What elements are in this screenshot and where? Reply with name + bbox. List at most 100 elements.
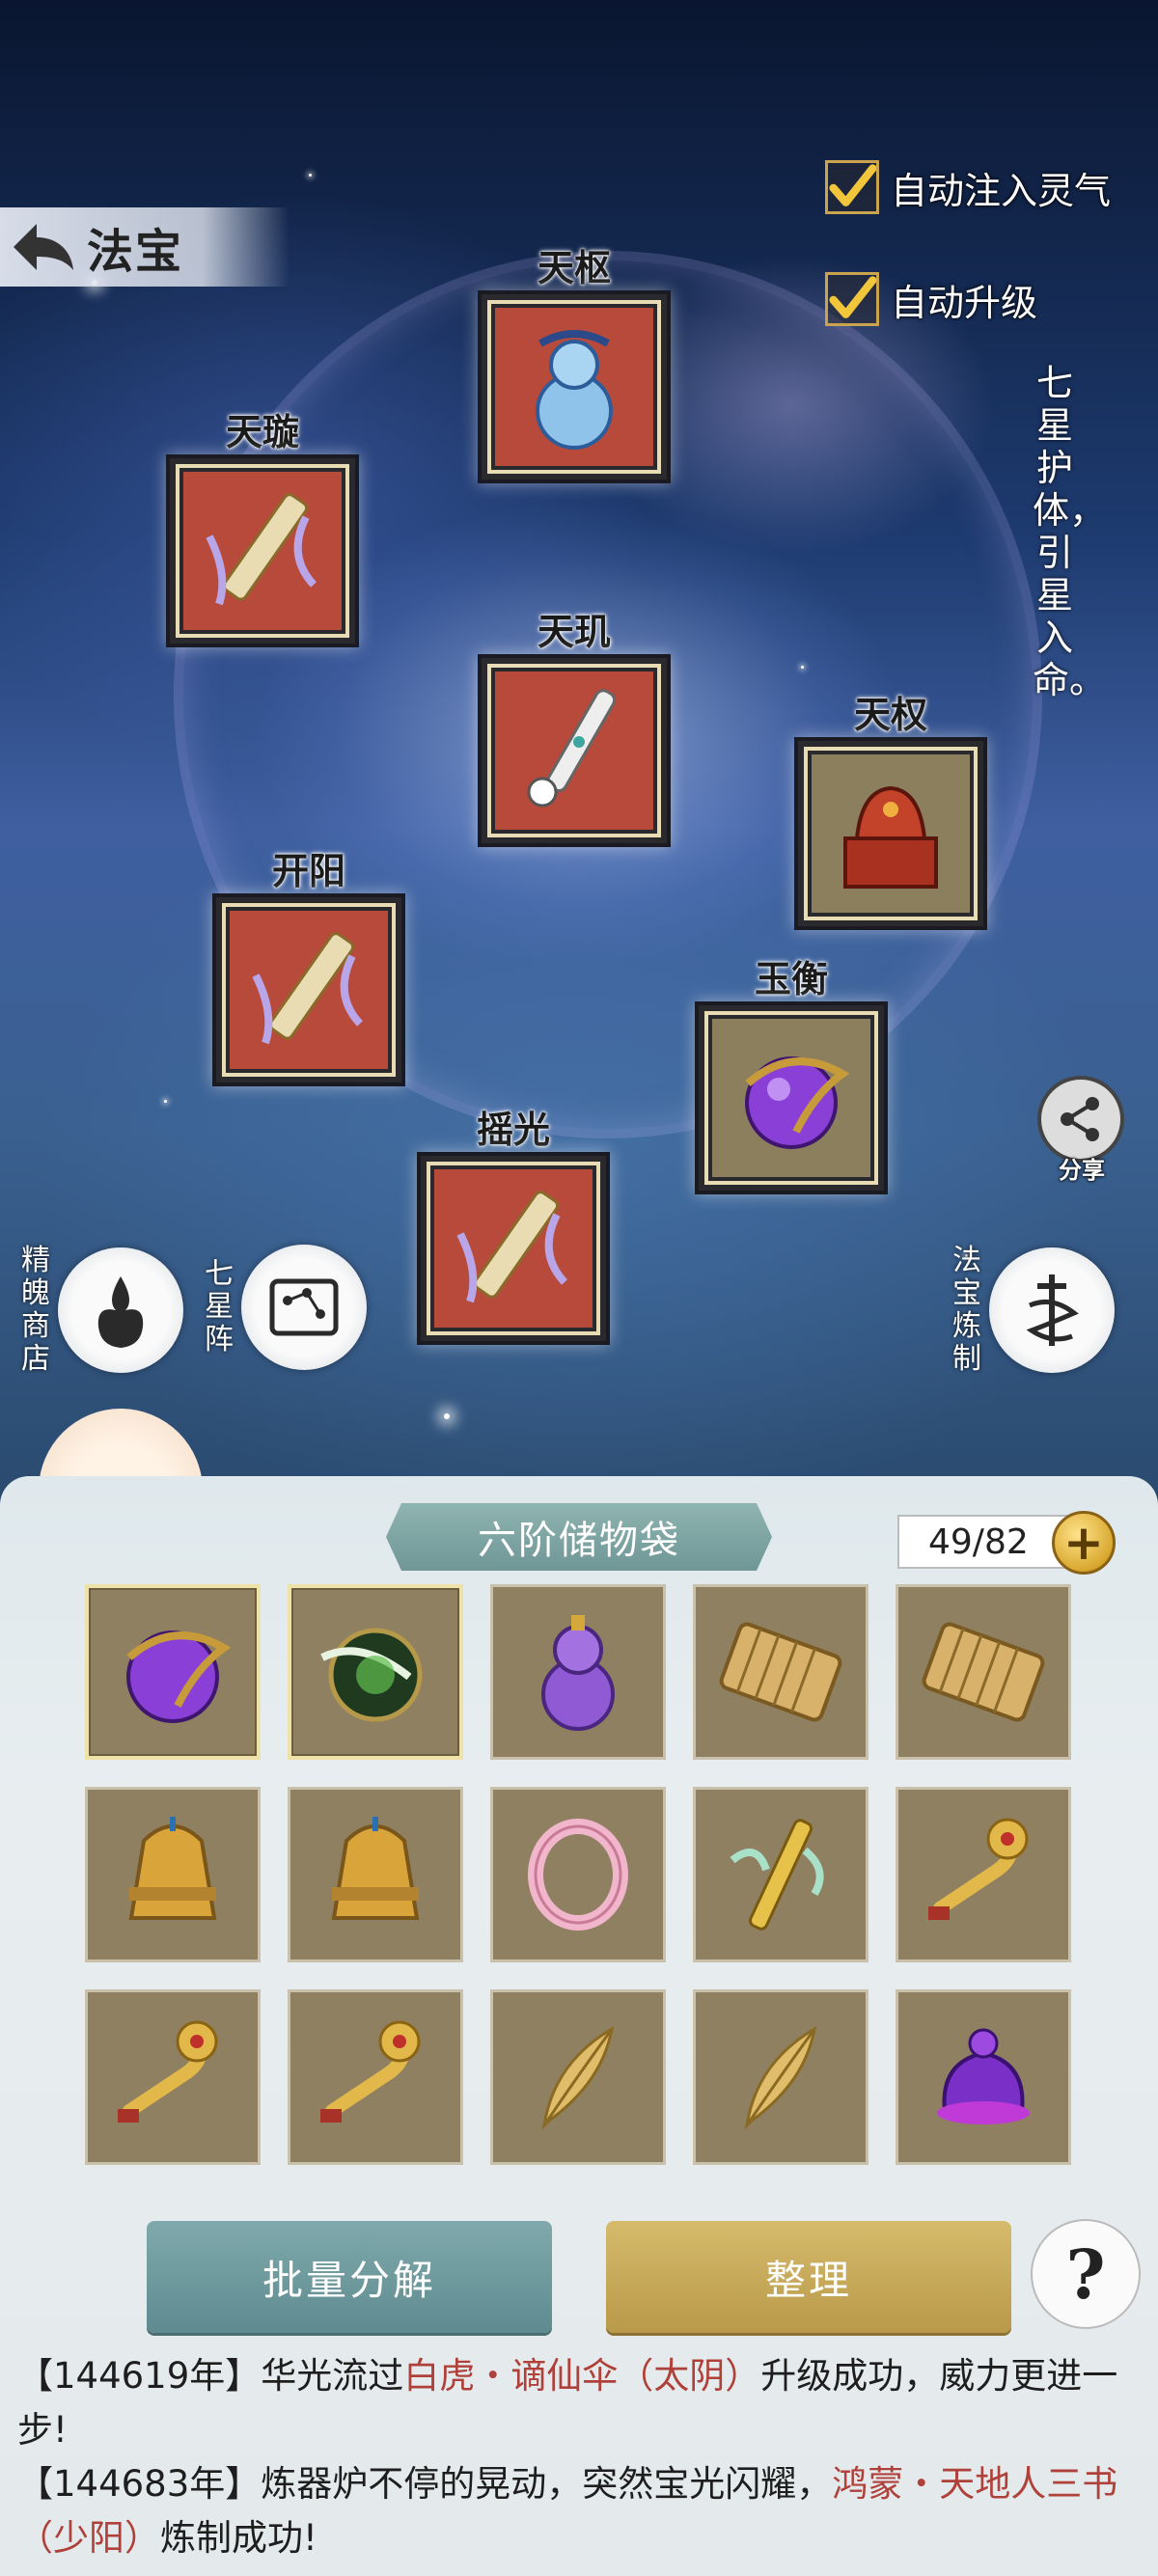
purple-orb-icon xyxy=(126,1631,232,1723)
purple-gourd-icon xyxy=(541,1615,615,1731)
log-highlight: 白虎・谪仙伞（太阴） xyxy=(403,2355,761,2397)
slot-name: 玉衡 xyxy=(754,958,828,1000)
system-log-line: 【144683年】炼器炉不停的晃动，突然宝光闪耀，鸿蒙・天地人三书（少阳）炼制成… xyxy=(17,2457,1146,2565)
slot-frame xyxy=(166,454,359,647)
slot-frame xyxy=(695,1001,888,1194)
back-arrow-icon xyxy=(14,224,73,270)
star-sparkle xyxy=(444,1413,450,1419)
share-label: 分享 xyxy=(1059,1157,1105,1184)
slot-name: 天玑 xyxy=(537,611,611,653)
ruyi-icon xyxy=(320,2020,421,2123)
inventory-slot[interactable] xyxy=(693,1584,868,1760)
auto-upgrade-label: 自动升级 xyxy=(891,281,1038,324)
golden-bell-icon xyxy=(128,1817,217,1920)
inventory-slot[interactable] xyxy=(896,1787,1071,1962)
red-seal-icon xyxy=(843,785,938,889)
ruyi-icon xyxy=(118,2020,218,2123)
inventory-slot[interactable] xyxy=(288,1584,463,1760)
treasure-refine-label: 法宝炼制 xyxy=(952,1244,981,1376)
inventory-slot[interactable] xyxy=(490,1787,666,1962)
jade-scepter-icon xyxy=(730,1819,824,1931)
inventory-slot[interactable] xyxy=(288,1989,463,2165)
slot-name: 摇光 xyxy=(476,1109,550,1151)
slot-yuheng[interactable]: 玉衡 xyxy=(695,957,888,1194)
scroll-icon xyxy=(252,932,364,1045)
log-prefix: 【144683年】炼器炉不停的晃动，突然宝光闪耀， xyxy=(17,2463,833,2505)
ruyi-icon xyxy=(928,1818,1029,1920)
seven-star-formation-label: 七星阵 xyxy=(205,1257,234,1357)
constellation-map-icon xyxy=(241,1245,367,1370)
log-suffix: 炼制成功! xyxy=(160,2517,317,2559)
blue-gourd-icon xyxy=(536,330,613,450)
treasure-refine-button[interactable]: 法宝炼制 xyxy=(951,1245,1115,1376)
bamboo-scroll-icon xyxy=(922,1622,1045,1722)
slot-tianshu[interactable]: 天枢 xyxy=(478,246,671,483)
scroll-icon xyxy=(456,1191,568,1303)
title-bar: 法宝 xyxy=(0,207,290,287)
slot-name: 天权 xyxy=(853,694,927,736)
inventory-slot[interactable] xyxy=(693,1989,868,2165)
soul-shop-label: 精魄商店 xyxy=(21,1244,50,1376)
share-button[interactable]: 分享 xyxy=(1037,1076,1126,1184)
slot-tianxuan[interactable]: 天璇 xyxy=(166,410,359,647)
scroll-icon xyxy=(206,493,317,606)
slot-frame xyxy=(212,893,405,1086)
inventory-slot[interactable] xyxy=(85,1787,261,1962)
auto-inject-checkbox[interactable] xyxy=(825,160,879,214)
auto-upgrade-toggle[interactable]: 自动升级 xyxy=(825,272,1037,326)
inventory-slot[interactable] xyxy=(288,1787,463,1962)
golden-feather-icon xyxy=(744,2026,817,2130)
white-brush-icon xyxy=(527,689,617,808)
inventory-slot[interactable] xyxy=(490,1989,666,2165)
flame-icon xyxy=(58,1247,183,1373)
help-button[interactable]: ? xyxy=(1031,2219,1141,2329)
slot-frame xyxy=(417,1152,610,1345)
share-icon xyxy=(1037,1076,1124,1163)
slot-tianji[interactable]: 天玑 xyxy=(478,610,671,847)
expand-bag-button[interactable]: + xyxy=(1052,1511,1116,1575)
batch-decompose-button[interactable]: 批量分解 xyxy=(147,2221,552,2333)
star-sparkle xyxy=(164,1100,167,1103)
sort-button[interactable]: 整理 xyxy=(606,2221,1011,2333)
auto-inject-label: 自动注入灵气 xyxy=(891,169,1112,212)
slot-name: 开阳 xyxy=(271,850,345,892)
sword-serpent-icon xyxy=(989,1247,1115,1373)
side-slogan: 七星护体，引星入命。 xyxy=(1033,362,1107,701)
back-button[interactable] xyxy=(0,207,87,287)
auto-inject-toggle[interactable]: 自动注入灵气 xyxy=(825,160,1111,214)
inventory-slot[interactable] xyxy=(85,1584,261,1760)
checkmark-icon xyxy=(829,164,876,206)
golden-bell-icon xyxy=(331,1817,420,1920)
slot-tianquan[interactable]: 天权 xyxy=(794,693,987,930)
slot-frame xyxy=(794,737,987,930)
bag-title: 六阶储物袋 xyxy=(386,1503,772,1571)
bag-capacity: 49/82 xyxy=(897,1515,1071,1569)
slot-kaiyang[interactable]: 开阳 xyxy=(212,849,405,1086)
inventory-slot[interactable] xyxy=(490,1584,666,1760)
slot-frame xyxy=(478,654,671,847)
seven-star-formation-button[interactable]: 七星阵 xyxy=(203,1245,367,1370)
soul-shop-button[interactable]: 精魄商店 xyxy=(19,1245,183,1376)
slot-name: 天枢 xyxy=(537,247,611,289)
inventory-slot[interactable] xyxy=(693,1787,868,1962)
purple-orb-icon xyxy=(745,1056,850,1149)
log-prefix: 【144619年】华光流过 xyxy=(17,2355,404,2397)
star-sparkle xyxy=(309,174,312,177)
bamboo-scroll-icon xyxy=(719,1622,842,1722)
inventory-slot[interactable] xyxy=(896,1989,1071,2165)
inventory-slot[interactable] xyxy=(85,1989,261,2165)
checkmark-icon xyxy=(829,276,876,318)
green-orb-icon xyxy=(320,1628,423,1722)
inventory-slot[interactable] xyxy=(896,1584,1071,1760)
pink-ring-icon xyxy=(528,1819,628,1931)
inventory-grid xyxy=(85,1584,1071,2165)
auto-upgrade-checkbox[interactable] xyxy=(825,272,879,326)
page-title: 法宝 xyxy=(87,225,184,279)
golden-feather-icon xyxy=(541,2026,615,2130)
star-sparkle xyxy=(801,666,804,669)
slot-name: 天璇 xyxy=(225,411,299,453)
system-log-line: 【144619年】华光流过白虎・谪仙伞（太阴）升级成功，威力更进一步! xyxy=(17,2349,1146,2457)
purple-lamp-icon xyxy=(937,2028,1030,2124)
slot-frame xyxy=(478,290,671,483)
slot-yaoguang[interactable]: 摇光 xyxy=(417,1108,610,1345)
